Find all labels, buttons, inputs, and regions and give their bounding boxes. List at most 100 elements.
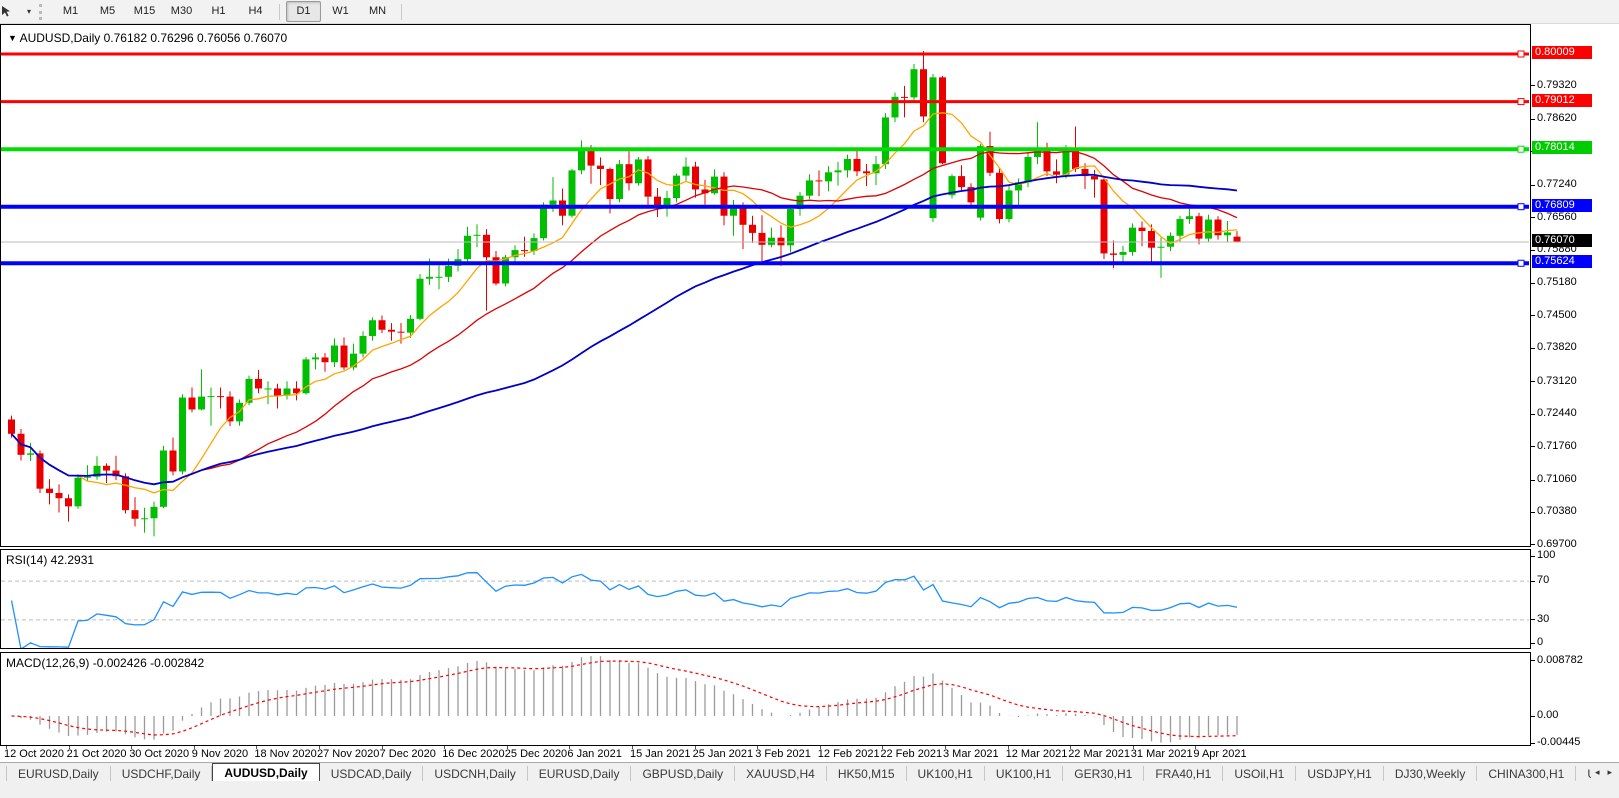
timeframe-button-m15[interactable]: M15 (127, 1, 162, 22)
candle (958, 176, 965, 187)
rsi-line (12, 573, 1238, 648)
candle (208, 396, 215, 397)
price-axis[interactable]: 0.793200.786200.779400.772400.765600.758… (1531, 0, 1619, 798)
date-axis-label: 9 Apr 2021 (1193, 748, 1246, 760)
candle (692, 167, 699, 190)
candle (56, 493, 63, 498)
timeframe-button-m5[interactable]: M5 (90, 1, 125, 22)
candle (436, 277, 443, 278)
candle (521, 250, 528, 251)
candle (331, 346, 338, 363)
chart-tab-usdcad-daily[interactable]: USDCAD,Daily (320, 766, 424, 782)
chart-tab-hk50-m15[interactable]: HK50,M15 (827, 766, 907, 782)
toolbar-grip[interactable] (39, 4, 47, 20)
line-endpoint-handle[interactable] (1518, 99, 1524, 105)
candle (1063, 150, 1070, 175)
candle (920, 69, 927, 116)
chart-tab-usoil-h1[interactable]: USOil,H1 (1223, 766, 1296, 782)
candle (141, 518, 148, 519)
axis-tick (1531, 556, 1535, 557)
candle (1234, 237, 1241, 242)
candle (1186, 216, 1193, 219)
candle (1196, 216, 1203, 238)
axis-tick (1531, 250, 1535, 251)
chart-tab-ger30-h1[interactable]: GER30,H1 (1063, 766, 1144, 782)
candle (854, 159, 861, 171)
chevron-down-icon[interactable]: ▾ (23, 7, 35, 16)
ma-slow-line (12, 175, 1238, 485)
line-endpoint-handle[interactable] (1518, 146, 1524, 152)
timeframe-button-h4[interactable]: H4 (238, 1, 273, 22)
toolbar-separator (401, 4, 402, 20)
candle (996, 173, 1003, 219)
date-axis-label: 12 Oct 2020 (4, 748, 64, 760)
axis-tick-label: 0 (1537, 636, 1543, 648)
candle (1205, 220, 1212, 239)
timeframe-button-mn[interactable]: MN (360, 1, 395, 22)
axis-tick-label: 0.79320 (1537, 79, 1577, 91)
chart-tab-usdjpy-h1[interactable]: USDJPY,H1 (1296, 766, 1383, 782)
chart-tab-dj30-weekly[interactable]: DJ30,Weekly (1384, 766, 1477, 782)
chart-tab-usdchf-daily[interactable]: USDCHF,Daily (111, 766, 213, 782)
candlestick-chart[interactable] (0, 25, 1530, 547)
line-endpoint-handle[interactable] (1518, 204, 1524, 210)
macd-chart (0, 653, 1530, 745)
axis-tick (1531, 743, 1535, 744)
chart-tab-audusd-daily[interactable]: AUDUSD,Daily (212, 763, 319, 782)
candle (531, 238, 538, 251)
axis-tick-label: -0.00445 (1537, 736, 1580, 748)
line-endpoint-handle[interactable] (1518, 260, 1524, 266)
line-endpoint-handle[interactable] (1518, 51, 1524, 57)
candle (170, 451, 177, 472)
axis-tick (1531, 446, 1535, 447)
price-badge: 0.80009 (1532, 46, 1592, 59)
chart-tab-uk100-h1[interactable]: UK100,H1 (985, 766, 1063, 782)
date-axis-label: 18 Nov 2020 (254, 748, 316, 760)
candle (892, 97, 899, 118)
chart-tab-usdcnh-daily[interactable]: USDCNH,Daily (423, 766, 527, 782)
chart-tab-u[interactable]: U (1576, 766, 1591, 782)
candle (84, 477, 91, 478)
timeframe-button-w1[interactable]: W1 (323, 1, 358, 22)
timeframe-button-m30[interactable]: M30 (164, 1, 199, 22)
chart-tab-eurusd-daily[interactable]: EURUSD,Daily (6, 766, 111, 782)
timeframe-button-h1[interactable]: H1 (201, 1, 236, 22)
chart-tab-china300-h1[interactable]: CHINA300,H1 (1477, 766, 1576, 782)
candle (1158, 247, 1165, 248)
tabs-scroll-left-icon[interactable]: ◂ (1591, 767, 1604, 778)
axis-tick-label: 0.76560 (1537, 211, 1577, 223)
candle (1091, 176, 1098, 179)
symbol-dropdown-icon[interactable]: ▼ (8, 33, 17, 43)
candle (274, 388, 281, 395)
axis-tick (1531, 348, 1535, 349)
ma-fast-line (12, 113, 1238, 493)
chart-tab-fra40-h1[interactable]: FRA40,H1 (1144, 766, 1223, 782)
axis-tick (1531, 512, 1535, 513)
chart-tab-uk100-h1[interactable]: UK100,H1 (907, 766, 985, 782)
toolbar-separator (279, 4, 280, 20)
axis-tick-label: 0.74500 (1537, 309, 1577, 321)
candle (379, 320, 386, 330)
date-axis-label: 21 Oct 2020 (67, 748, 127, 760)
axis-tick-label: 0.008782 (1537, 654, 1583, 666)
candle (151, 507, 158, 518)
date-axis-label: 22 Mar 2021 (1068, 748, 1130, 760)
chart-cursor-icon[interactable] (3, 2, 23, 21)
price-badge: 0.75624 (1532, 255, 1592, 268)
axis-tick-label: 0.73120 (1537, 375, 1577, 387)
date-axis-label: 15 Jan 2021 (630, 748, 691, 760)
candle (132, 510, 139, 519)
chart-tab-xauusd-h4[interactable]: XAUUSD,H4 (735, 766, 827, 782)
axis-tick-label: 70 (1537, 574, 1549, 586)
tabs-scroll-right-icon[interactable]: ▸ (1603, 767, 1616, 778)
axis-tick (1531, 381, 1535, 382)
chart-tab-gbpusd-daily[interactable]: GBPUSD,Daily (631, 766, 735, 782)
axis-tick (1531, 643, 1535, 644)
chart-tab-eurusd-daily[interactable]: EURUSD,Daily (528, 766, 632, 782)
candle (46, 489, 53, 493)
candle (198, 397, 205, 410)
timeframe-button-d1[interactable]: D1 (286, 1, 321, 22)
timeframe-button-m1[interactable]: M1 (53, 1, 88, 22)
candle (806, 180, 813, 195)
axis-tick (1531, 283, 1535, 284)
